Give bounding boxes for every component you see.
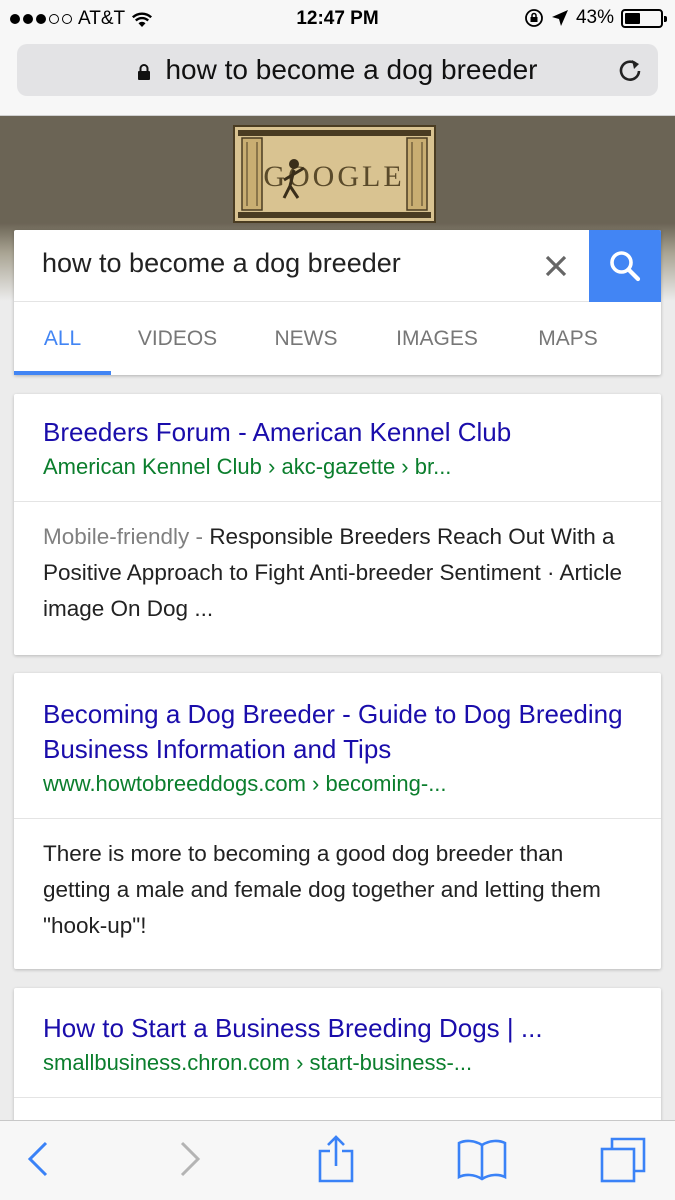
tab-news[interactable]: NEWS xyxy=(244,302,368,375)
tab-all[interactable]: ALL xyxy=(14,302,111,375)
location-arrow-icon xyxy=(551,10,568,26)
status-bar: AT&T 12:47 PM 43% xyxy=(0,0,675,38)
result-url[interactable]: American Kennel Club › akc-gazette › br.… xyxy=(43,450,633,483)
result-url[interactable]: smallbusiness.chron.com › start-business… xyxy=(43,1046,633,1079)
result-snippet: There is more to becoming a good dog bre… xyxy=(14,819,661,962)
search-tabs: ALL VIDEOS NEWS IMAGES MAPS xyxy=(14,302,661,375)
result-title-link[interactable]: Becoming a Dog Breeder - Guide to Dog Br… xyxy=(43,697,633,767)
result-url-domain: www.howtobreeddogs.com xyxy=(43,771,306,796)
clear-search-icon[interactable] xyxy=(542,252,570,280)
battery-icon xyxy=(621,8,667,28)
browser-toolbar xyxy=(0,1120,675,1200)
search-input[interactable] xyxy=(42,248,522,279)
doodle-text: GOOGLE xyxy=(263,160,404,193)
result-snippet-text: There is more to becoming a good dog bre… xyxy=(43,841,601,938)
google-doodle-logo[interactable]: GOOGLE xyxy=(232,124,437,224)
search-result: Breeders Forum - American Kennel Club Am… xyxy=(14,394,661,655)
result-url-path: › becoming-... xyxy=(305,771,447,796)
result-url-path: › akc-gazette › br... xyxy=(261,454,452,479)
result-snippet: Mobile-friendly - Responsible Breeders R… xyxy=(14,502,661,645)
result-url-path: › start-business-... xyxy=(289,1050,473,1075)
rotation-lock-icon xyxy=(525,9,543,27)
search-row xyxy=(14,230,661,302)
search-button[interactable] xyxy=(589,230,661,302)
back-icon[interactable] xyxy=(26,1139,50,1179)
battery-percent: 43% xyxy=(575,7,614,28)
browser-address-area: how to become a dog breeder xyxy=(0,38,675,116)
search-icon xyxy=(610,251,641,282)
result-title-link[interactable]: How to Start a Business Breeding Dogs | … xyxy=(43,1011,633,1046)
forward-icon[interactable] xyxy=(178,1139,202,1179)
tabs-icon[interactable] xyxy=(600,1135,648,1183)
result-url-domain: American Kennel Club xyxy=(43,454,262,479)
bookmarks-icon[interactable] xyxy=(456,1137,508,1181)
result-url-domain: smallbusiness.chron.com xyxy=(43,1050,290,1075)
result-url[interactable]: www.howtobreeddogs.com › becoming-... xyxy=(43,767,633,800)
tab-images[interactable]: IMAGES xyxy=(368,302,506,375)
lock-icon xyxy=(138,64,151,80)
share-icon[interactable] xyxy=(316,1135,356,1183)
search-card: ALL VIDEOS NEWS IMAGES MAPS xyxy=(14,230,661,375)
address-text: how to become a dog breeder xyxy=(165,54,538,85)
tab-videos[interactable]: VIDEOS xyxy=(111,302,244,375)
search-result: How to Start a Business Breeding Dogs | … xyxy=(14,988,661,1128)
search-result: Becoming a Dog Breeder - Guide to Dog Br… xyxy=(14,673,661,969)
address-bar[interactable]: how to become a dog breeder xyxy=(17,44,658,96)
tab-maps[interactable]: MAPS xyxy=(506,302,630,375)
mobile-friendly-label: Mobile-friendly - xyxy=(43,524,210,549)
reload-icon[interactable] xyxy=(616,56,644,84)
result-title-link[interactable]: Breeders Forum - American Kennel Club xyxy=(43,415,633,450)
